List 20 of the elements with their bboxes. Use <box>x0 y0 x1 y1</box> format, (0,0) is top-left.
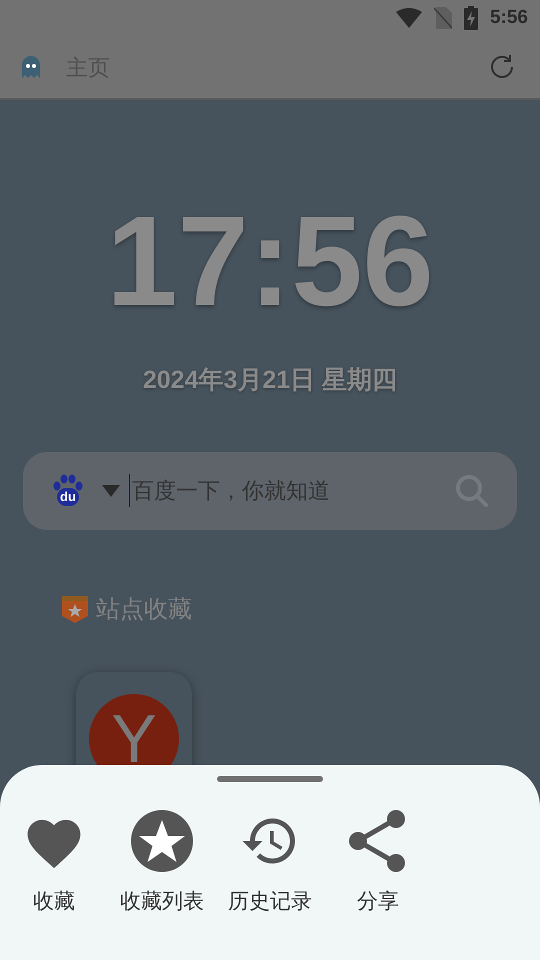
logo-text: du <box>57 488 79 506</box>
sheet-action[interactable]: 历史记录 <box>216 808 324 918</box>
sheet-action[interactable]: 分享 <box>324 808 432 918</box>
ghost-icon <box>20 56 42 78</box>
status-time: 5:56 <box>490 6 528 30</box>
search-input[interactable]: 百度一下，你就知道 <box>129 474 455 507</box>
search-bar[interactable]: du 百度一下，你就知道 <box>23 452 517 530</box>
search-engine-logo[interactable]: du <box>51 474 85 508</box>
dropdown-caret-icon[interactable] <box>101 484 121 498</box>
share-icon <box>348 809 408 873</box>
no-sim-icon <box>434 7 452 29</box>
drag-handle[interactable] <box>217 776 323 782</box>
clock-time: 17:56 <box>106 198 434 326</box>
badge-star-icon <box>62 596 88 623</box>
clock-date: 2024年3月21日 星期四 <box>142 365 398 396</box>
search-icon[interactable] <box>455 474 489 508</box>
refresh-icon <box>488 53 516 81</box>
battery-charging-icon <box>464 6 478 30</box>
wifi-icon <box>396 8 422 28</box>
section-title: 站点收藏 <box>96 594 192 624</box>
